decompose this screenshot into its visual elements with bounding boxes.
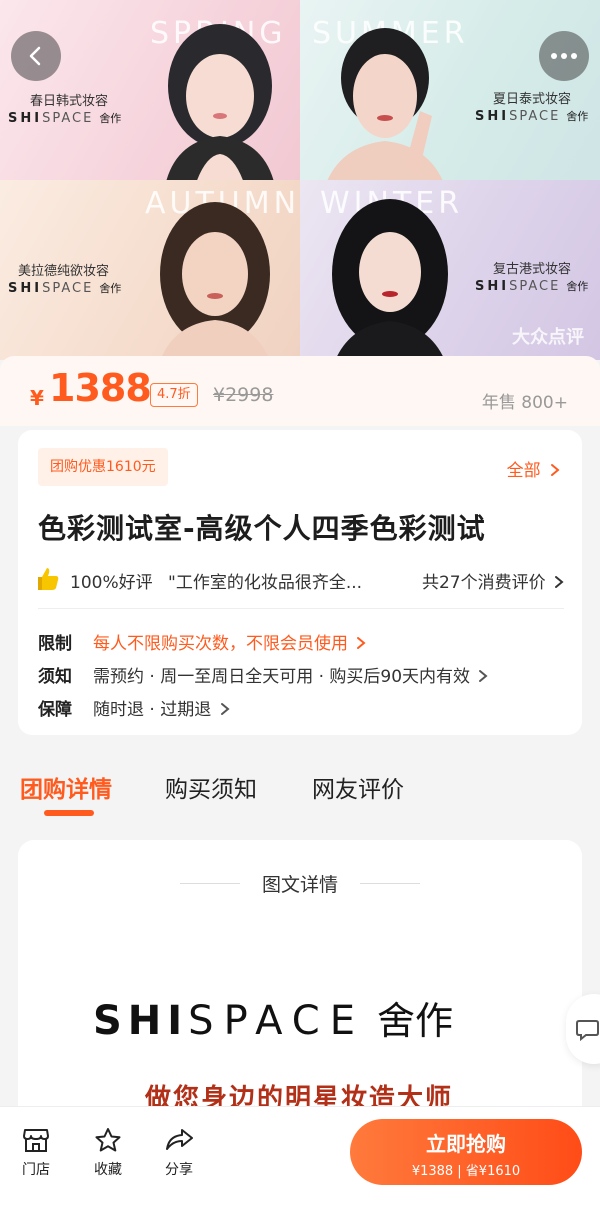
chevron-right-icon (555, 576, 564, 588)
brand-mark: SHISPACE 舍作 (8, 111, 122, 126)
rule-text: 每人不限购买次数，不限会员使用 (93, 629, 366, 654)
buy-now-button[interactable]: 立即抢购 ¥1388 | 省¥1610 (350, 1119, 582, 1185)
store-label: 门店 (22, 1162, 50, 1178)
annual-sales: 年售 800+ (481, 393, 568, 413)
favorite-button[interactable]: 收藏 (85, 1127, 131, 1179)
chevron-right-icon (357, 637, 366, 649)
title-line-right (360, 883, 420, 884)
store-icon (23, 1129, 49, 1152)
star-icon (95, 1128, 121, 1152)
all-promos-link[interactable]: 全部 (507, 456, 560, 481)
more-dots-icon (551, 53, 577, 59)
divider (38, 608, 564, 609)
current-price: 1388 (49, 366, 152, 410)
share-label: 分享 (165, 1162, 193, 1178)
portrait-image (332, 199, 448, 360)
portrait-image (160, 202, 270, 360)
buy-subtext: ¥1388 | 省¥1610 (411, 1164, 521, 1179)
tab-purchase-notes[interactable]: 购买须知 (165, 770, 257, 804)
buy-label: 立即抢购 (426, 1132, 506, 1156)
watermark: 大众点评 (512, 327, 584, 348)
style-name: 夏日泰式妆容 (493, 92, 572, 107)
spring-panel: SPRING 春日韩式妆容 SHISPACE舍作 (0, 0, 300, 180)
detail-title: 图文详情 (261, 874, 338, 896)
style-name: 春日韩式妆容 (30, 94, 109, 109)
discount-badge: 4.7折 (150, 383, 198, 407)
share-button[interactable]: 分享 (156, 1127, 202, 1179)
portrait-image (166, 24, 274, 180)
active-tab-indicator (44, 810, 94, 816)
review-quote: "工作室的化妆品很齐全... (168, 573, 363, 593)
more-button[interactable] (539, 31, 589, 81)
brand-mark: SHISPACE 舍作 (475, 279, 589, 294)
tab-user-reviews[interactable]: 网友评价 (312, 770, 404, 804)
deal-info-card: 团购优惠1610元 全部 色彩测试室-高级个人四季色彩测试 100%好评 "工作… (18, 430, 582, 735)
brand-mark: SHISPACE 舍作 (8, 281, 122, 296)
detail-tabs: 团购详情 购买须知 网友评价 (0, 760, 600, 820)
summer-panel: SUMMER 夏日泰式妆容 SHISPACE舍作 (300, 0, 600, 180)
share-icon (166, 1129, 193, 1150)
style-name: 复古港式妆容 (493, 262, 572, 277)
chat-icon (576, 1020, 599, 1042)
chevron-right-icon (220, 703, 230, 715)
chevron-right-icon (479, 670, 489, 682)
portrait-image (327, 28, 443, 180)
style-name: 美拉德纯欲妆容 (18, 264, 110, 279)
brand-mark: SHISPACE 舍作 (475, 109, 589, 124)
price-bar: ¥ 1388 4.7折 ¥2998 年售 800+ (0, 356, 600, 426)
review-summary[interactable]: 100%好评 "工作室的化妆品很齐全... 共27个消费评价 (38, 566, 564, 593)
detail-content-card: 图文详情 SHISPACE 舍作 做您身边的明星妆造大师 (18, 840, 582, 1140)
favorite-label: 收藏 (94, 1162, 122, 1178)
autumn-panel: AUTUMN 美拉德纯欲妆容 SHISPACE舍作 (0, 180, 300, 360)
back-button[interactable] (11, 31, 61, 81)
rule-text: 需预约 · 周一至周日全天可用 · 购买后90天内有效 (93, 662, 489, 687)
currency-symbol: ¥ (30, 386, 44, 410)
promo-tag[interactable]: 团购优惠1610元 (38, 448, 168, 486)
rule-label: 保障 (38, 700, 72, 720)
chevron-right-icon (551, 464, 560, 476)
rule-text: 随时退 · 过期退 (93, 695, 230, 720)
chevron-left-icon (29, 46, 41, 66)
rule-label: 限制 (38, 634, 72, 654)
thumbs-up-icon (38, 568, 59, 590)
good-rate: 100%好评 (70, 573, 153, 593)
winter-panel: WINTER 复古港式妆容 SHISPACE舍作 大众点评 (300, 180, 600, 360)
rule-label: 须知 (38, 667, 72, 687)
store-button[interactable]: 门店 (13, 1127, 59, 1179)
brand-logo: SHISPACE 舍作 (93, 998, 454, 1044)
product-title: 色彩测试室-高级个人四季色彩测试 (38, 512, 486, 545)
bottom-action-bar: 门店 收藏 分享 立即抢购 ¥1388 | 省¥1610 (0, 1106, 600, 1205)
review-count: 共27个消费评价 (422, 568, 564, 593)
tab-group-details[interactable]: 团购详情 (20, 770, 112, 804)
hero-banner: SPRING 春日韩式妆容 SHISPACE舍作 SUMMER 夏日泰式妆容 S… (0, 0, 600, 360)
all-link-label: 全部 (506, 461, 541, 481)
original-price: ¥2998 (213, 384, 274, 406)
